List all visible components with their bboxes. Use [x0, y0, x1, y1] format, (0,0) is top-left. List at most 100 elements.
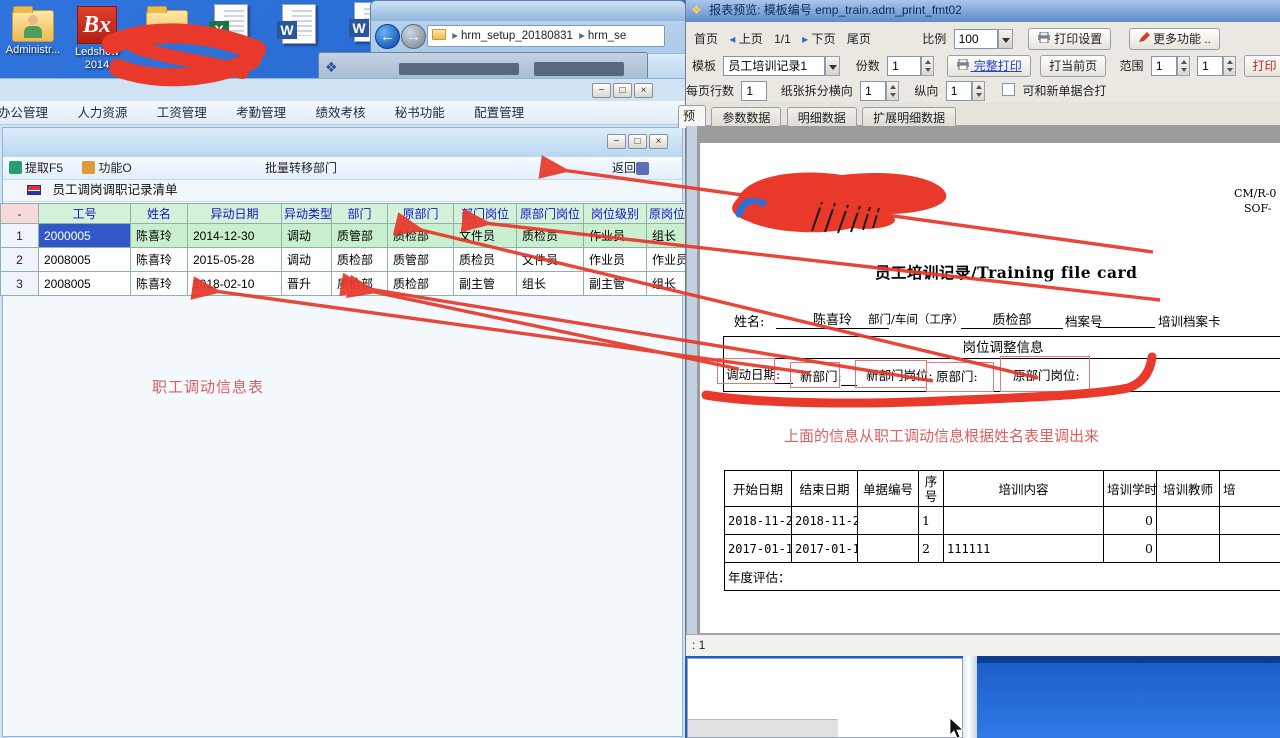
vertical-input[interactable]: 1 — [946, 81, 972, 101]
back-button[interactable]: ← — [375, 24, 400, 49]
cell-olddept[interactable]: 质管部 — [388, 248, 454, 272]
cell-olddeptpost[interactable]: 质检员 — [517, 224, 584, 248]
preview-titlebar[interactable]: ❖ 报表预览: 模板编号 emp_train.adm_print_fmt02 — [686, 0, 1280, 22]
tab-parameter-data[interactable]: 参数数据 — [711, 107, 781, 128]
menu-item-hr[interactable]: 人力资源 — [64, 101, 140, 125]
cell-oldpostlevel[interactable]: 作业员 — [647, 248, 686, 272]
col-header-oldpostlevel[interactable]: 原岗位级别 — [647, 204, 686, 224]
batch-transfer-button[interactable]: 批量转移部门 — [265, 157, 337, 179]
back-button-label[interactable]: 返回 — [612, 157, 636, 179]
cell-name[interactable]: 陈喜玲 — [131, 248, 188, 272]
menu-item-config[interactable]: 配置管理 — [461, 101, 537, 125]
prev-page-button[interactable]: ◂ 上页 — [725, 28, 766, 50]
tab-preview[interactable]: 预览 — [678, 105, 706, 128]
last-page-button[interactable]: 尾页 — [843, 28, 875, 50]
cell-date[interactable]: 2015-05-28 — [188, 248, 282, 272]
copies-spinner[interactable] — [921, 56, 934, 76]
print-setup-button[interactable]: 打印设置 — [1028, 28, 1111, 50]
cell-empid-selected[interactable]: 2000005 — [39, 224, 131, 248]
cell-postlevel[interactable]: 副主管 — [584, 272, 647, 296]
paper-split-h-spinner[interactable] — [886, 81, 899, 101]
cell-deptpost[interactable]: 质检员 — [454, 248, 517, 272]
minimize-button[interactable]: − — [592, 83, 611, 98]
functions-button[interactable]: 功能O — [98, 161, 131, 175]
cell-dept[interactable]: 质管部 — [332, 224, 388, 248]
cell-dept[interactable]: 质检部 — [332, 248, 388, 272]
maximize-button[interactable]: □ — [628, 134, 647, 149]
menu-item-office[interactable]: 办公管理 — [0, 101, 61, 125]
vertical-spinner[interactable] — [972, 81, 985, 101]
desktop-icon-word[interactable]: W — [268, 2, 330, 46]
range-to-spinner[interactable] — [1223, 56, 1236, 76]
tab-detail-data[interactable]: 明细数据 — [787, 107, 857, 128]
col-header-name[interactable]: 姓名 — [131, 204, 188, 224]
close-button[interactable]: × — [634, 83, 653, 98]
print-button[interactable]: 打印 — [1244, 55, 1280, 77]
cell-oldpostlevel[interactable]: 组长 — [647, 224, 686, 248]
col-header-mark[interactable]: - — [1, 204, 39, 224]
breadcrumb-root[interactable]: hrm_setup_20180831 — [461, 30, 573, 42]
cell-oldpostlevel[interactable]: 组长 — [647, 272, 686, 296]
maximize-button[interactable]: □ — [613, 83, 632, 98]
col-header-type[interactable]: 异动类型 — [282, 204, 332, 224]
breadcrumb-child[interactable]: hrm_se — [588, 30, 626, 42]
close-button[interactable]: × — [649, 134, 668, 149]
minimize-button[interactable]: − — [607, 134, 626, 149]
cell-date[interactable]: 2014-12-30 — [188, 224, 282, 248]
next-page-button[interactable]: ▸ 下页 — [798, 28, 839, 50]
cell-empid[interactable]: 2008005 — [39, 248, 131, 272]
cell-type[interactable]: 调动 — [282, 248, 332, 272]
forward-button[interactable]: → — [401, 24, 426, 49]
preview-scrollbar[interactable] — [687, 126, 697, 634]
desktop-icon-ledshow[interactable]: Bx Ledshow 2014 — [66, 4, 128, 72]
cell-name[interactable]: 陈喜玲 — [131, 272, 188, 296]
desktop-icon-excel[interactable]: X — [200, 2, 262, 46]
merge-checkbox[interactable] — [1002, 83, 1015, 96]
cell-deptpost[interactable]: 文件员 — [454, 224, 517, 248]
first-page-button[interactable]: 首页 — [690, 28, 722, 50]
rows-per-page-input[interactable]: 1 — [741, 81, 767, 101]
table-row[interactable]: 2 2008005 陈喜玲 2015-05-28 调动 质检部 质管部 质检员 … — [1, 248, 686, 272]
explorer-titlebar[interactable] — [371, 1, 685, 21]
col-header-olddept[interactable]: 原部门 — [388, 204, 454, 224]
paper-split-h-input[interactable]: 1 — [860, 81, 886, 101]
cell-postlevel[interactable]: 作业员 — [584, 248, 647, 272]
cell-type[interactable]: 晋升 — [282, 272, 332, 296]
cell-olddeptpost[interactable]: 文件员 — [517, 248, 584, 272]
menu-item-salary[interactable]: 工资管理 — [144, 101, 220, 125]
cell-dept[interactable]: 质检部 — [332, 272, 388, 296]
cell-no[interactable]: 1 — [1, 224, 39, 248]
cell-no[interactable]: 2 — [1, 248, 39, 272]
scale-select[interactable]: 100 — [954, 29, 998, 49]
cell-olddept[interactable]: 质检部 — [388, 224, 454, 248]
cell-date[interactable]: 2018-02-10 — [188, 272, 282, 296]
range-from-spinner[interactable] — [1177, 56, 1190, 76]
extract-button[interactable]: 提取F5 — [25, 161, 63, 175]
col-header-postlevel[interactable]: 岗位级别 — [584, 204, 647, 224]
template-dropdown-icon[interactable] — [825, 56, 840, 76]
menu-item-secretary[interactable]: 秘书功能 — [382, 101, 458, 125]
cell-postlevel[interactable]: 作业员 — [584, 224, 647, 248]
cell-no[interactable]: 3 — [1, 272, 39, 296]
cell-type[interactable]: 调动 — [282, 224, 332, 248]
desktop-icon-folder[interactable] — [136, 4, 198, 44]
address-bar[interactable]: ▸hrm_setup_20180831 ▸hrm_se — [427, 25, 665, 47]
range-from-input[interactable]: 1 — [1151, 56, 1177, 76]
desktop-icon-administrator[interactable]: Administr... — [2, 4, 64, 57]
cell-olddeptpost[interactable]: 组长 — [517, 272, 584, 296]
cell-olddept[interactable]: 质检部 — [388, 272, 454, 296]
table-row[interactable]: 1 2000005 陈喜玲 2014-12-30 调动 质管部 质检部 文件员 … — [1, 224, 686, 248]
cell-deptpost[interactable]: 副主管 — [454, 272, 517, 296]
col-header-olddeptpost[interactable]: 原部门岗位 — [517, 204, 584, 224]
menu-item-performance[interactable]: 绩效考核 — [302, 101, 378, 125]
template-select[interactable]: 员工培训记录1 — [723, 56, 825, 76]
tab-extended-detail-data[interactable]: 扩展明细数据 — [862, 107, 956, 128]
col-header-date[interactable]: 异动日期 — [188, 204, 282, 224]
scale-dropdown-icon[interactable] — [998, 29, 1013, 49]
cell-empid[interactable]: 2008005 — [39, 272, 131, 296]
copies-input[interactable]: 1 — [887, 56, 921, 76]
print-current-page-button[interactable]: 打当前页 — [1040, 55, 1106, 77]
col-header-deptpost[interactable]: 部门岗位 — [454, 204, 517, 224]
table-row[interactable]: 3 2008005 陈喜玲 2018-02-10 晋升 质检部 质检部 副主管 … — [1, 272, 686, 296]
full-print-button[interactable]: 完整打印 — [947, 55, 1030, 77]
